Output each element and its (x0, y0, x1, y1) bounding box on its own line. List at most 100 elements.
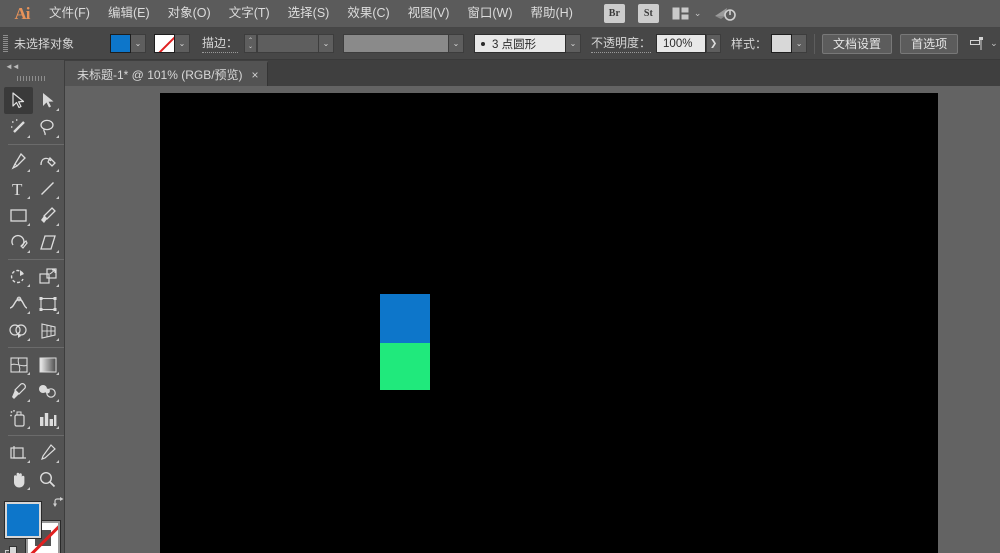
style-dropdown-icon[interactable]: ⌄ (792, 34, 808, 53)
fill-color-control[interactable]: ⌄ (110, 34, 146, 53)
free-transform-icon (39, 296, 56, 311)
swap-fill-stroke-icon[interactable] (53, 497, 65, 509)
tool-artboard[interactable] (4, 439, 33, 466)
control-bar-grip[interactable] (3, 35, 8, 52)
menu-edit[interactable]: 编辑(E) (99, 2, 159, 25)
tools-panel-grip[interactable] (0, 72, 64, 84)
align-chevron-down-icon: ⌄ (990, 38, 998, 48)
stroke-dropdown-icon[interactable]: ⌄ (175, 34, 190, 53)
tool-rectangle[interactable] (4, 202, 33, 229)
opacity-label[interactable]: 不透明度： (591, 34, 652, 53)
brush-definition-value: 3 点圆形 (492, 38, 537, 51)
tool-lasso[interactable] (33, 114, 62, 141)
tool-free-transform[interactable] (33, 290, 62, 317)
menu-effect[interactable]: 效果(C) (338, 2, 398, 25)
style-swatch[interactable] (771, 34, 793, 53)
tool-curvature[interactable] (33, 148, 62, 175)
menu-select[interactable]: 选择(S) (279, 2, 339, 25)
stroke-profile-field[interactable] (343, 34, 450, 53)
menu-file[interactable]: 文件(F) (40, 2, 99, 25)
stroke-weight-dropdown-icon[interactable]: ⌄ (319, 34, 335, 53)
tool-paintbrush[interactable] (33, 202, 62, 229)
stroke-color-control[interactable]: ⌄ (154, 34, 190, 53)
document-tab[interactable]: 未标题-1* @ 101% (RGB/预览) × (65, 61, 268, 86)
tool-magic-wand[interactable] (4, 114, 33, 141)
paintbrush-icon (41, 207, 56, 223)
arrange-documents-button[interactable]: ⌄ (672, 7, 702, 20)
tool-type[interactable]: T (4, 175, 33, 202)
menu-type[interactable]: 文字(T) (220, 2, 279, 25)
tools-divider-4 (8, 435, 64, 436)
tools-grid: T (0, 84, 64, 493)
tool-slice[interactable] (33, 439, 62, 466)
menu-help[interactable]: 帮助(H) (522, 2, 582, 25)
brush-definition-field[interactable]: 3 点圆形 (474, 34, 567, 53)
tools-panel-collapse-button[interactable]: ◄◄ (0, 60, 64, 72)
tool-width[interactable] (4, 290, 33, 317)
tool-line-segment[interactable] (33, 175, 62, 202)
menu-view[interactable]: 视图(V) (399, 2, 459, 25)
opacity-input[interactable]: 100% (656, 34, 707, 53)
tool-eyedropper[interactable] (4, 378, 33, 405)
canvas-area[interactable] (65, 86, 1000, 553)
tool-eraser[interactable] (33, 229, 62, 256)
bridge-icon[interactable]: Br (603, 4, 625, 23)
artboard-icon (9, 445, 26, 459)
tool-hand[interactable] (4, 466, 33, 493)
line-segment-icon (41, 182, 54, 195)
close-icon[interactable]: × (252, 68, 259, 82)
direct-selection-arrow-icon (43, 93, 54, 108)
document-setup-button[interactable]: 文档设置 (822, 33, 893, 54)
stroke-weight-label[interactable]: 描边： (202, 34, 239, 53)
rectangle-green[interactable] (380, 343, 430, 390)
magic-wand-icon (11, 119, 25, 133)
stock-icon[interactable]: St (637, 4, 659, 23)
brush-definition-dropdown-icon[interactable]: ⌄ (566, 34, 582, 53)
tool-column-graph[interactable] (33, 405, 62, 432)
tool-shaper[interactable] (4, 229, 33, 256)
cloud-sync-icon[interactable] (714, 6, 737, 22)
menu-object[interactable]: 对象(O) (159, 2, 220, 25)
fill-dropdown-icon[interactable]: ⌄ (131, 34, 146, 53)
fill-swatch[interactable] (110, 34, 131, 53)
tool-perspective-grid[interactable] (33, 317, 62, 344)
tool-shape-builder[interactable] (4, 317, 33, 344)
tool-symbol-sprayer[interactable] (4, 405, 33, 432)
opacity-options-button[interactable]: ❯ (706, 34, 722, 53)
artboard[interactable] (160, 93, 938, 553)
tool-pen[interactable] (4, 148, 33, 175)
default-fill-stroke-icon[interactable] (5, 546, 18, 553)
arrange-documents-icon (672, 7, 689, 20)
align-options-button[interactable]: ⌄ (970, 36, 998, 51)
selection-arrow-icon (12, 92, 25, 109)
stroke-swatch-none[interactable] (154, 34, 175, 53)
fill-color-box[interactable] (4, 501, 42, 539)
tool-mesh[interactable] (4, 351, 33, 378)
rectangle-icon (10, 209, 27, 222)
tool-scale[interactable] (33, 263, 62, 290)
rotate-icon (10, 269, 24, 284)
tool-rotate[interactable] (4, 263, 33, 290)
tool-gradient[interactable] (33, 351, 62, 378)
tool-zoom[interactable] (33, 466, 62, 493)
stroke-weight-stepper[interactable]: ⌃ ⌄ (244, 34, 258, 53)
stroke-weight-input[interactable] (257, 34, 320, 53)
tools-divider-2 (8, 259, 64, 260)
chevron-down-icon: ⌄ (693, 8, 702, 18)
perspective-grid-icon (40, 322, 56, 339)
preferences-button[interactable]: 首选项 (900, 33, 959, 54)
stroke-profile-dropdown-icon[interactable]: ⌄ (449, 34, 465, 53)
tools-panel: ◄◄ T (0, 60, 65, 553)
width-icon (9, 296, 28, 309)
symbol-sprayer-icon (9, 410, 25, 427)
tool-selection[interactable] (4, 87, 33, 114)
tool-blend[interactable] (33, 378, 62, 405)
rectangle-blue[interactable] (380, 294, 430, 343)
tool-direct-selection[interactable] (33, 87, 62, 114)
illustrator-window: Ai 文件(F) 编辑(E) 对象(O) 文字(T) 选择(S) 效果(C) 视… (0, 0, 1000, 553)
menu-window[interactable]: 窗口(W) (458, 2, 521, 25)
svg-text:T: T (12, 180, 23, 197)
align-icon (970, 36, 984, 50)
blend-icon (39, 385, 56, 398)
tools-divider-1 (8, 144, 64, 145)
